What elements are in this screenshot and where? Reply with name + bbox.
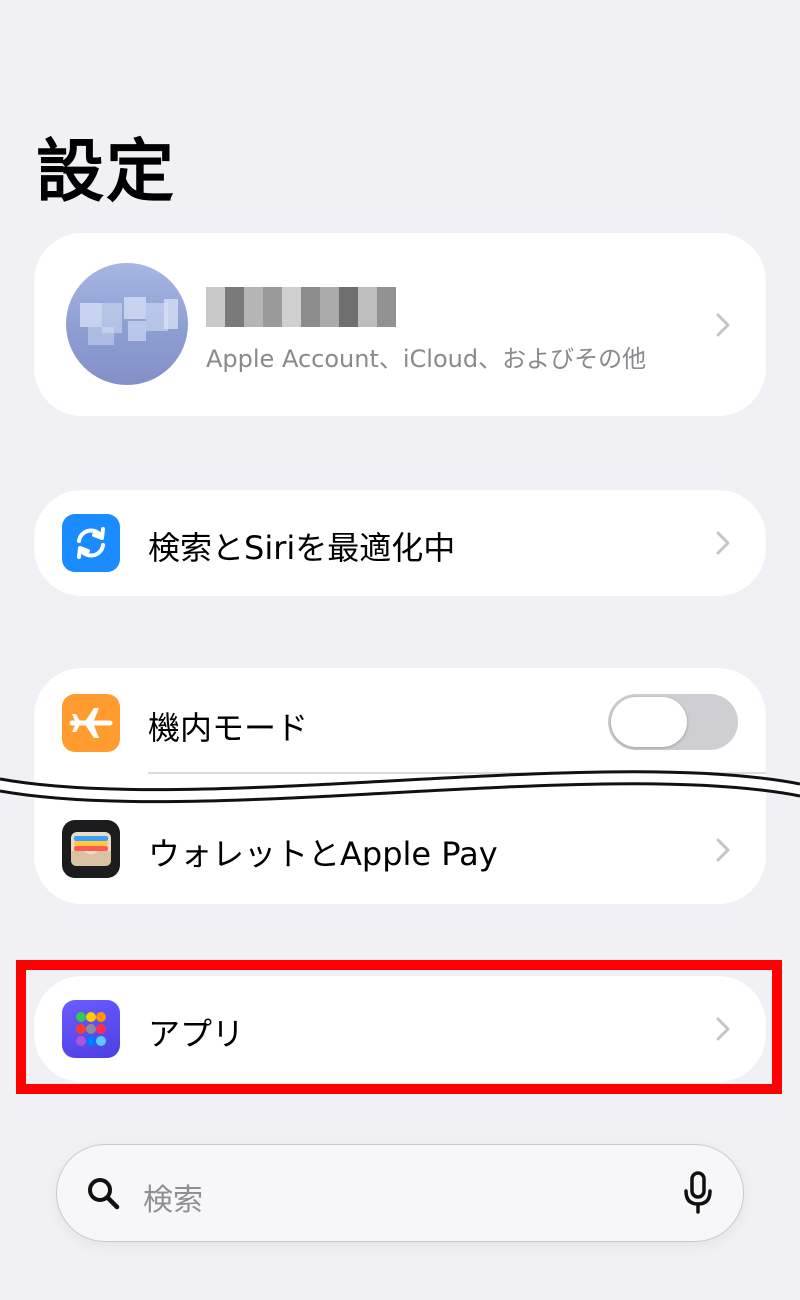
search-placeholder: 検索 <box>143 1183 203 1218</box>
account-name-redacted <box>206 287 396 327</box>
chevron-right-icon <box>716 531 730 555</box>
toggle-knob <box>611 697 687 747</box>
apple-account-row[interactable]: Apple Account、iCloud、およびその他 <box>34 233 766 416</box>
sync-arrows-icon <box>62 514 120 572</box>
avatar <box>66 263 188 385</box>
account-subtitle: Apple Account、iCloud、およびその他 <box>206 345 647 373</box>
highlight-annotation <box>16 960 782 1094</box>
chevron-right-icon <box>716 313 730 337</box>
search-siri-label: 検索とSiriを最適化中 <box>148 529 456 567</box>
search-icon <box>88 1178 120 1210</box>
search-siri-row[interactable]: 検索とSiriを最適化中 <box>34 490 766 596</box>
airplane-icon <box>62 694 120 752</box>
page-title: 設定 <box>36 133 177 212</box>
airplane-mode-toggle[interactable] <box>608 694 738 750</box>
airplane-mode-label: 機内モード <box>148 709 309 747</box>
chevron-right-icon <box>716 838 730 862</box>
section-cut-wave <box>0 770 800 804</box>
microphone-icon[interactable] <box>683 1171 713 1215</box>
wallet-icon <box>62 820 120 878</box>
search-field[interactable]: 検索 <box>56 1144 744 1242</box>
wallet-applepay-label: ウォレットとApple Pay <box>148 835 498 873</box>
